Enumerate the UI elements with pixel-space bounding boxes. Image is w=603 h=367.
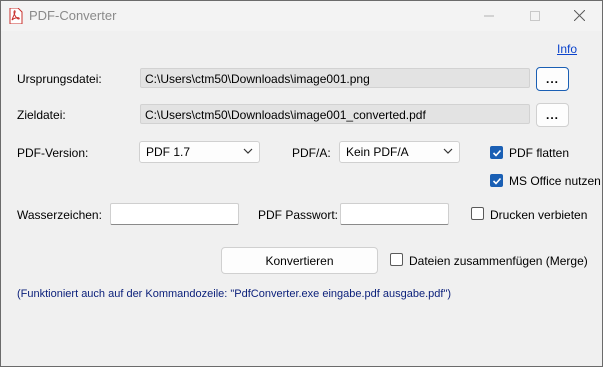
pdf-version-value: PDF 1.7 <box>146 145 191 159</box>
checkmark-icon <box>492 149 502 157</box>
maximize-icon <box>530 9 540 24</box>
minimize-button[interactable] <box>466 1 512 31</box>
print-forbid-label[interactable]: Drucken verbieten <box>490 208 587 222</box>
maximize-button[interactable] <box>512 1 558 31</box>
ms-office-label[interactable]: MS Office nutzen <box>509 174 601 188</box>
watermark-label: Wasserzeichen: <box>17 208 102 222</box>
target-path-field[interactable]: C:\Users\ctm50\Downloads\image001_conver… <box>140 104 530 124</box>
pdf-flatten-label[interactable]: PDF flatten <box>509 146 569 160</box>
source-browse-button[interactable]: ... <box>536 67 569 91</box>
source-path-field[interactable]: C:\Users\ctm50\Downloads\image001.png <box>140 68 530 88</box>
pdf-file-icon <box>9 7 23 25</box>
title-bar[interactable]: PDF-Converter <box>1 1 602 31</box>
watermark-input[interactable] <box>110 203 239 225</box>
print-forbid-checkbox[interactable] <box>471 207 484 220</box>
password-input[interactable] <box>340 203 449 225</box>
merge-label[interactable]: Dateien zusammenfügen (Merge) <box>409 254 588 268</box>
merge-checkbox[interactable] <box>390 253 403 266</box>
ms-office-checkbox[interactable] <box>490 174 503 187</box>
info-link[interactable]: Info <box>557 42 577 56</box>
convert-button[interactable]: Konvertieren <box>221 247 378 274</box>
chevron-down-icon <box>443 145 453 159</box>
pdf-version-label: PDF-Version: <box>17 146 89 160</box>
minimize-icon <box>484 9 494 24</box>
window-title: PDF-Converter <box>29 8 117 23</box>
target-label: Zieldatei: <box>17 108 66 122</box>
pdfa-value: Kein PDF/A <box>346 145 409 159</box>
pdf-version-select[interactable]: PDF 1.7 <box>139 141 260 163</box>
command-line-hint: (Funktioniert auch auf der Kommandozeile… <box>17 288 452 300</box>
source-label: Ursprungsdatei: <box>17 72 102 86</box>
pdf-flatten-checkbox[interactable] <box>490 146 503 159</box>
close-button[interactable] <box>556 1 602 31</box>
chevron-down-icon <box>243 145 253 159</box>
checkmark-icon <box>492 177 502 185</box>
target-browse-button[interactable]: ... <box>536 103 569 127</box>
app-window: PDF-Converter Info Ursprungsdatei: C:\Us… <box>0 0 603 367</box>
close-icon <box>573 8 585 25</box>
password-label: PDF Passwort: <box>258 208 339 222</box>
pdfa-label: PDF/A: <box>292 146 331 160</box>
pdfa-select[interactable]: Kein PDF/A <box>339 141 460 163</box>
